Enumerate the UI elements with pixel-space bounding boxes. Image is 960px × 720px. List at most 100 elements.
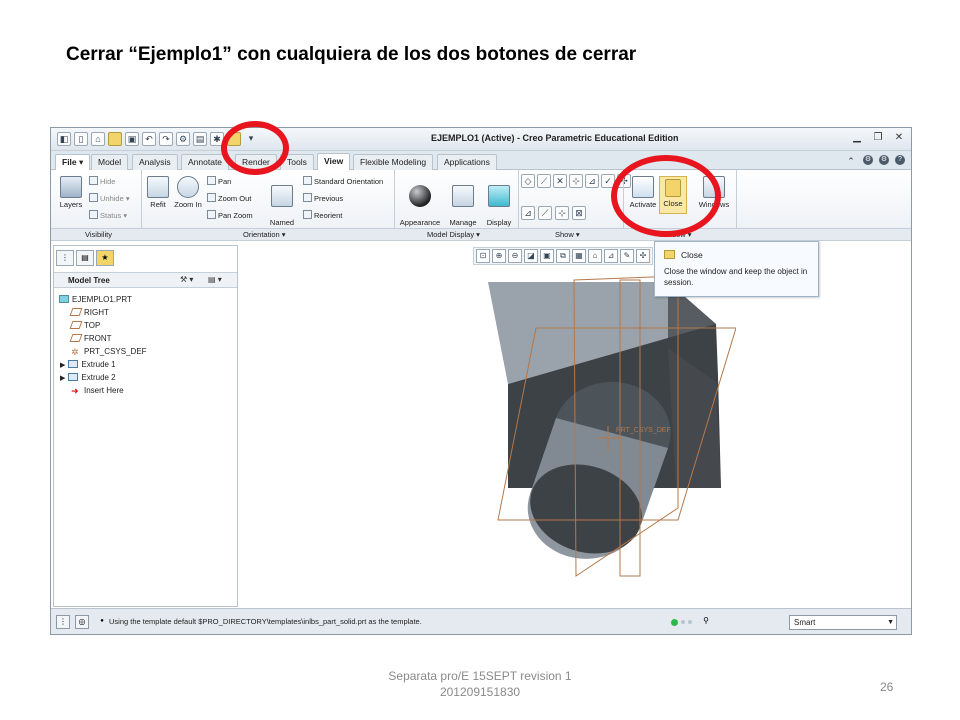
pan-button[interactable]: Pan — [207, 176, 231, 187]
eye-icon — [89, 193, 98, 202]
zoom-in-icon[interactable]: ⊕ — [492, 249, 506, 263]
group-model-display-label[interactable]: Model Display ▾ — [427, 230, 480, 239]
browser-toggle-icon[interactable]: ◎ — [75, 615, 89, 629]
favorites-tab-icon[interactable]: ★ — [96, 250, 114, 266]
point-tag-icon[interactable]: ⟋ — [538, 206, 552, 220]
navigator-toggle-icon[interactable]: ⋮ — [56, 615, 70, 629]
zoom-out-icon — [207, 193, 216, 202]
undo-icon[interactable]: ↶ — [142, 132, 156, 146]
tab-view[interactable]: View — [317, 153, 351, 171]
refit-icon — [147, 176, 169, 198]
tree-item-part[interactable]: EJEMPLO1.PRT — [59, 294, 132, 306]
pan-label: Pan — [218, 177, 232, 186]
ribbon-group-labels: Visibility Orientation ▾ Model Display ▾… — [51, 228, 911, 241]
tab-analysis[interactable]: Analysis — [132, 154, 178, 170]
csys-display-icon[interactable]: ⊹ — [569, 174, 583, 188]
windows-icon[interactable]: ▤ — [193, 132, 207, 146]
tab-file[interactable]: File ▾ — [55, 154, 91, 170]
new-icon[interactable]: ▯ — [74, 132, 88, 146]
axis-tag-2-icon[interactable]: ⊠ — [572, 206, 586, 220]
perspective-icon[interactable]: ⌂ — [588, 249, 602, 263]
model-tree-tab-icon[interactable]: ⋮ — [56, 250, 74, 266]
hide-button[interactable]: Hide — [89, 176, 115, 187]
group-orientation-label[interactable]: Orientation ▾ — [243, 230, 286, 239]
group-show-label[interactable]: Show ▾ — [555, 230, 580, 239]
window-title: EJEMPLO1 (Active) - Creo Parametric Educ… — [431, 133, 679, 143]
tree-item-csys[interactable]: ✲ PRT_CSYS_DEF — [71, 346, 147, 358]
zoom-out-button[interactable]: Zoom Out — [207, 193, 251, 204]
tab-flexible-modeling[interactable]: Flexible Modeling — [353, 154, 434, 170]
axis-display-icon[interactable]: ⟋ — [537, 174, 551, 188]
title-bar: ◧ ▯ ⌂ ▣ ↶ ↷ ⚙ ▤ ✱ ▾ EJEMPLO1 (Active) - … — [51, 128, 911, 151]
save-icon[interactable]: ▣ — [125, 132, 139, 146]
zoom-in-button[interactable]: Zoom In — [173, 176, 203, 209]
status-dot-icon — [681, 620, 685, 624]
layers-button[interactable]: Layers — [56, 176, 86, 209]
manage-views-button[interactable]: Manage Views ▾ — [445, 176, 481, 236]
status-dot-icon — [688, 620, 692, 624]
annotation-display-icon[interactable]: ✎ — [620, 249, 634, 263]
redo-icon[interactable]: ↷ — [159, 132, 173, 146]
selection-filter[interactable]: Smart ▼ — [789, 615, 897, 630]
pan-zoom-button[interactable]: Pan Zoom — [207, 210, 253, 221]
tree-item-extrude-1[interactable]: ▶ Extrude 1 — [60, 359, 116, 372]
minimize-icon[interactable]: ▁ — [851, 132, 863, 144]
view-manager-icon[interactable]: ▦ — [572, 249, 586, 263]
gear-icon[interactable]: ⚙ — [863, 155, 873, 165]
pan-zoom-label: Pan Zoom — [218, 211, 253, 220]
tab-model[interactable]: Model — [91, 154, 129, 170]
datum-plane-icon — [69, 308, 83, 316]
display-style-button[interactable]: Display Style ▾ — [483, 176, 515, 236]
reorient-button[interactable]: Reorient — [303, 210, 342, 221]
expand-arrow-icon[interactable]: ▶ — [60, 375, 65, 382]
tree-item-insert-here[interactable]: ➜ Insert Here — [71, 385, 124, 397]
open-icon[interactable]: ⌂ — [91, 132, 105, 146]
named-views-button[interactable]: Named Views ▾ — [265, 176, 299, 236]
creo-window: ◧ ▯ ⌂ ▣ ↶ ↷ ⚙ ▤ ✱ ▾ EJEMPLO1 (Active) - … — [50, 127, 912, 635]
annotation-display-icon[interactable]: ⊿ — [521, 206, 535, 220]
saved-orientations-icon[interactable]: ⧉ — [556, 249, 570, 263]
status-button[interactable]: Status ▾ — [89, 210, 127, 221]
unhide-label: Unhide ▾ — [100, 194, 130, 203]
plane-display-icon[interactable]: ◇ — [521, 174, 535, 188]
appearance-gallery-button[interactable]: Appearance Gallery ▾ — [399, 176, 441, 236]
tree-columns-icon[interactable]: ▤ ▾ — [208, 275, 222, 284]
app-icon[interactable]: ◧ — [57, 132, 71, 146]
csys-label: PRT_CSYS_DEF — [616, 427, 671, 434]
part-model-view[interactable]: PRT_CSYS_DEF — [446, 276, 736, 586]
find-icon[interactable]: ⚲ — [699, 615, 713, 629]
spin-center-icon[interactable]: ✣ — [636, 249, 650, 263]
csys-tag-icon[interactable]: ⊹ — [555, 206, 569, 220]
refit-button[interactable]: Refit — [145, 176, 171, 209]
display-style-icon[interactable]: ▣ — [540, 249, 554, 263]
tree-item-extrude-2[interactable]: ▶ Extrude 2 — [60, 372, 116, 385]
repaint-icon[interactable]: ◪ — [524, 249, 538, 263]
refit-icon[interactable]: ⊡ — [476, 249, 490, 263]
tree-settings-icon[interactable]: ⚒ ▾ — [180, 275, 193, 284]
folder-browser-tab-icon[interactable]: ▤ — [76, 250, 94, 266]
ribbon-tabs: File ▾ Model Analysis Annotate Render To… — [51, 151, 911, 171]
point-display-icon[interactable]: ✕ — [553, 174, 567, 188]
minimize-ribbon-icon[interactable]: ⌃ — [845, 155, 857, 167]
plane-tag-icon[interactable]: ⊿ — [585, 174, 599, 188]
expand-arrow-icon[interactable]: ▶ — [60, 362, 65, 369]
settings-icon[interactable]: ⚙ — [879, 155, 889, 165]
tree-item-top[interactable]: TOP — [69, 320, 100, 332]
tree-item-right[interactable]: RIGHT — [69, 307, 109, 319]
previous-button[interactable]: Previous — [303, 193, 343, 204]
close-icon[interactable]: ✕ — [893, 132, 905, 144]
zoom-out-icon[interactable]: ⊖ — [508, 249, 522, 263]
standard-orientation-button[interactable]: Standard Orientation — [303, 176, 383, 187]
unhide-button[interactable]: Unhide ▾ — [89, 193, 130, 204]
regenerate-icon[interactable]: ⚙ — [176, 132, 190, 146]
folder-icon[interactable] — [108, 132, 122, 146]
tree-item-front[interactable]: FRONT — [69, 333, 112, 345]
datum-display-icon[interactable]: ⊿ — [604, 249, 618, 263]
datum-plane-icon — [69, 334, 83, 342]
help-icon[interactable]: ? — [895, 155, 905, 165]
model-tree-header: Model Tree ⚒ ▾ ▤ ▾ — [54, 272, 237, 288]
tree-item-label: Insert Here — [84, 386, 124, 395]
tab-applications[interactable]: Applications — [437, 154, 497, 170]
restore-icon[interactable]: ❐ — [872, 132, 884, 144]
previous-icon — [303, 193, 312, 202]
